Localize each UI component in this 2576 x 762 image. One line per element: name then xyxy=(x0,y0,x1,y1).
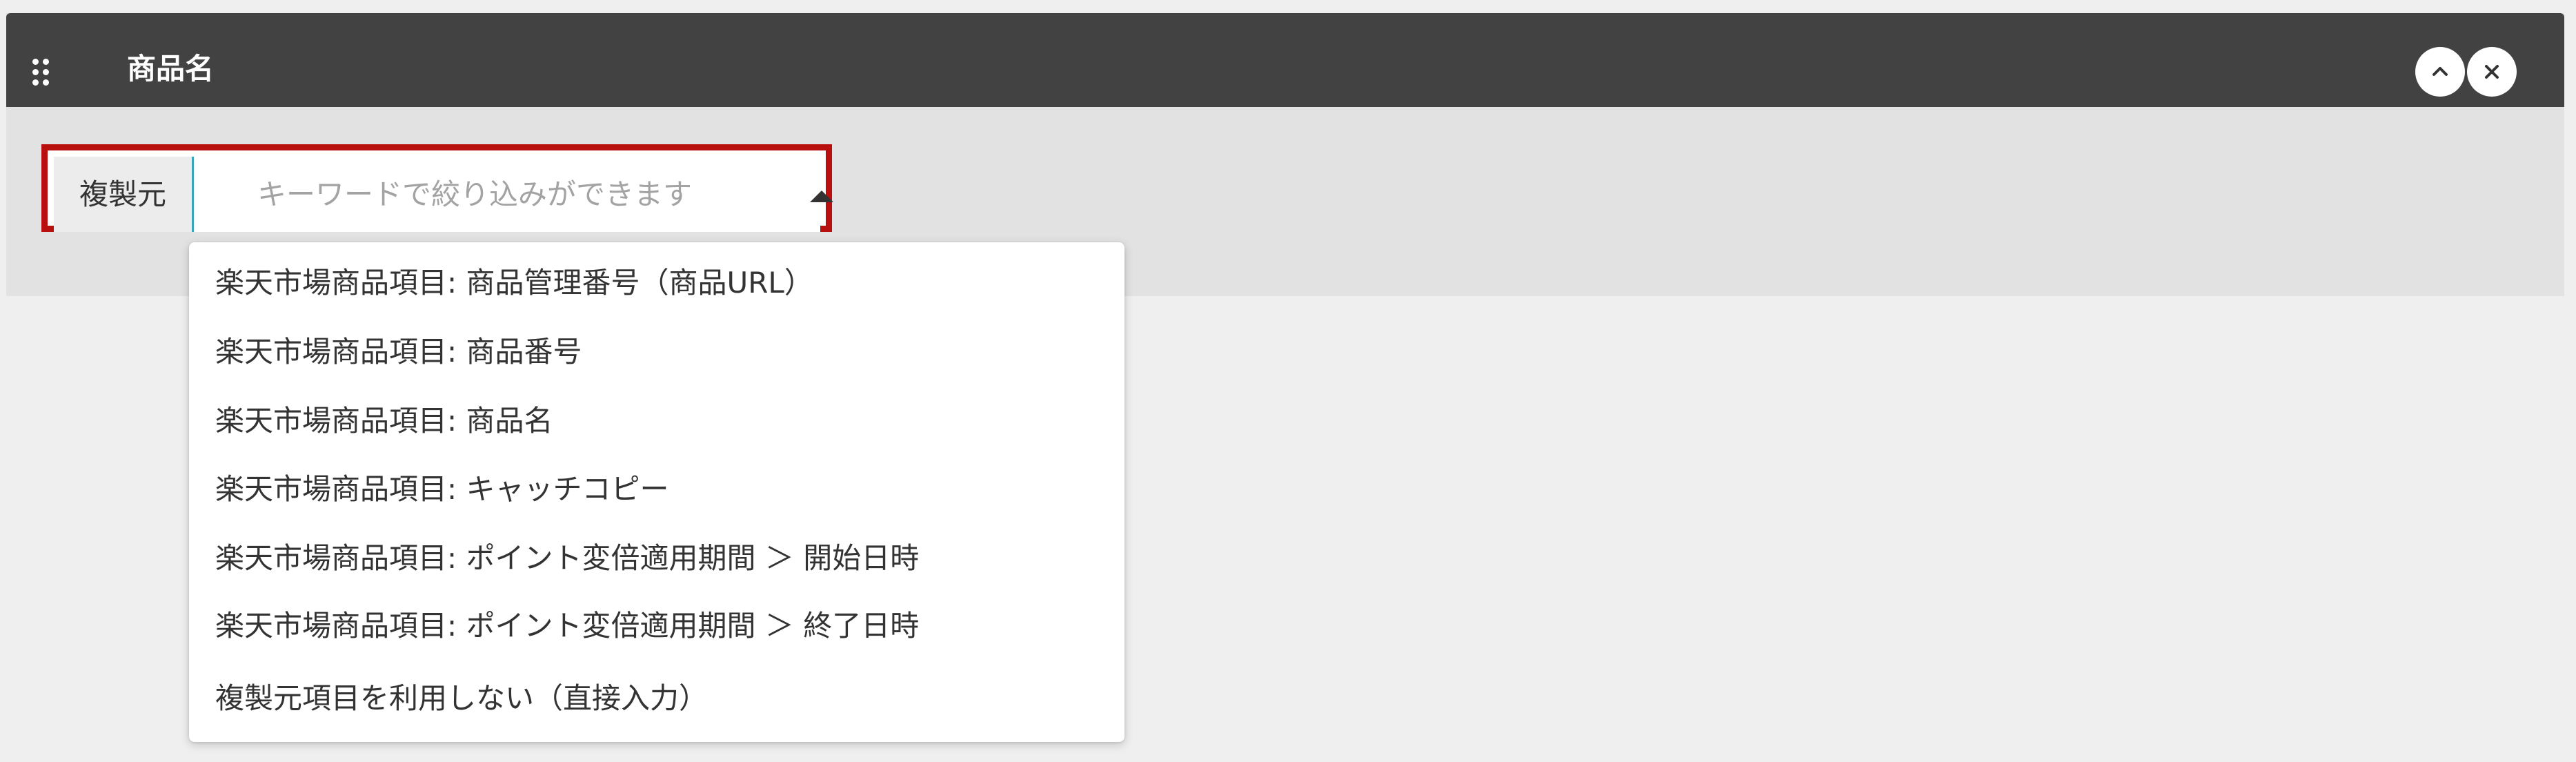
panel-title: 商品名 xyxy=(127,52,215,86)
close-icon xyxy=(2485,65,2499,79)
dropdown-item-product-management-number[interactable]: 楽天市場商品項目: 商品管理番号（商品URL） xyxy=(189,249,1124,317)
source-label: 複製元 xyxy=(54,157,194,232)
source-select-highlight: 複製元 xyxy=(41,144,833,232)
drag-handle-icon[interactable] xyxy=(32,59,50,86)
caret-up-icon[interactable] xyxy=(810,190,833,202)
collapse-button[interactable] xyxy=(2415,47,2465,97)
dropdown-item-product-number[interactable]: 楽天市場商品項目: 商品番号 xyxy=(189,318,1124,386)
dropdown-item-point-period-end[interactable]: 楽天市場商品項目: ポイント変倍適用期間 ＞ 終了日時 xyxy=(189,592,1124,660)
dropdown-item-product-name[interactable]: 楽天市場商品項目: 商品名 xyxy=(189,387,1124,455)
close-button[interactable] xyxy=(2467,47,2517,97)
dropdown-item-point-period-start[interactable]: 楽天市場商品項目: ポイント変倍適用期間 ＞ 開始日時 xyxy=(189,525,1124,592)
dropdown-item-catch-copy[interactable]: 楽天市場商品項目: キャッチコピー xyxy=(189,456,1124,523)
keyword-filter-input[interactable] xyxy=(194,157,820,232)
chevron-up-icon xyxy=(2433,67,2448,76)
panel-header: 商品名 xyxy=(6,13,2564,107)
dropdown-item-direct-input[interactable]: 複製元項目を利用しない（直接入力） xyxy=(189,665,1124,732)
source-dropdown-menu: 楽天市場商品項目: 商品管理番号（商品URL） 楽天市場商品項目: 商品番号 楽… xyxy=(189,242,1124,742)
